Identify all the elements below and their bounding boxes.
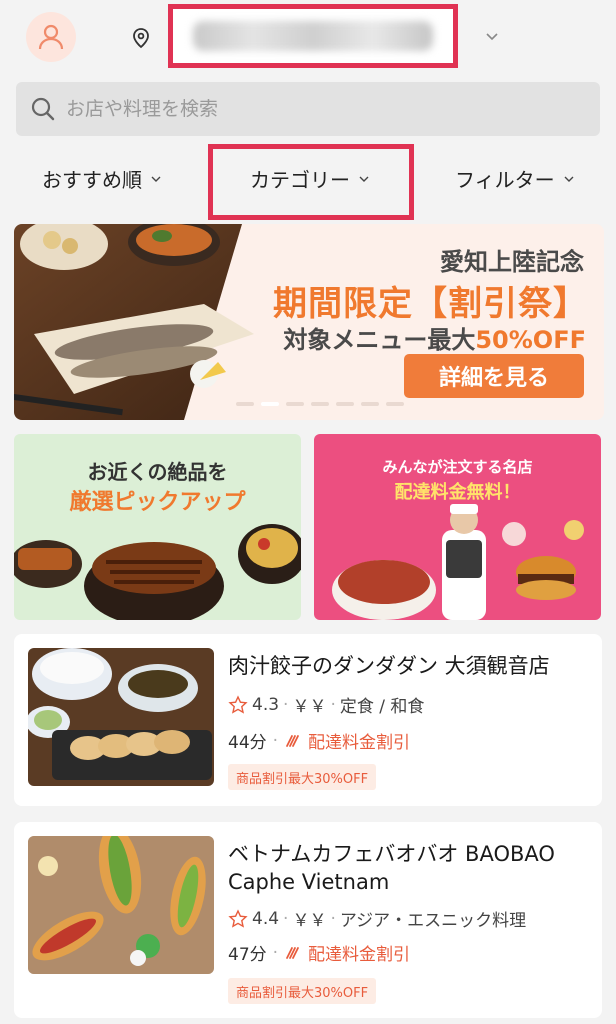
search-bar[interactable] [16, 82, 600, 136]
restaurant-meta: 4.3 · ￥￥ · 定食 / 和食 [228, 692, 424, 717]
search-input[interactable] [66, 98, 546, 120]
restaurant-meta: 4.4 · ￥￥ · アジア・エスニック料理 [228, 906, 526, 931]
discount-badge: 商品割引最大30%OFF [228, 764, 377, 790]
meta-separator: · [283, 908, 289, 929]
chevron-down-icon [151, 176, 161, 182]
sort-label: おすすめ順 [42, 168, 142, 192]
delivery-bike-icon [286, 734, 299, 747]
star-icon [228, 694, 248, 714]
restaurant-categories: 定食 / 和食 [339, 697, 425, 717]
restaurant-card[interactable]: 肉汁餃子のダンダダン 大須観音店 4.3 · ￥￥ · 定食 / 和食 44分 … [14, 634, 602, 806]
person-icon [38, 24, 64, 50]
meta-separator: · [330, 908, 336, 929]
banner-line3: 対象メニュー最大50%OFF [283, 320, 586, 355]
carousel-indicator [236, 402, 404, 406]
price-level: ￥￥ [292, 697, 327, 717]
avatar-button[interactable] [26, 12, 76, 62]
restaurant-name: 肉汁餃子のダンダダン 大須観音店 [228, 654, 550, 678]
chevron-down-icon[interactable] [484, 28, 500, 44]
meta-separator: · [272, 730, 279, 751]
promo-tile-pickup[interactable]: お近くの絶品を 厳選ピックアップ [14, 434, 301, 620]
chevron-down-icon [359, 176, 369, 182]
filter-bar: おすすめ順 カテゴリー フィルター [0, 144, 616, 220]
promo-banner[interactable]: 愛知上陸記念 期間限定【割引祭】 対象メニュー最大50%OFF 詳細を見る [14, 224, 604, 420]
delivery-time: 44分 [228, 733, 267, 753]
promo-tile-free-delivery[interactable]: みんなが注文する名店 配達料金無料！ [314, 434, 601, 620]
promo-right-line1: みんなが注文する名店 [382, 458, 533, 476]
delivery-bike-icon [286, 946, 299, 959]
delivery-info: 44分 · 配達料金割引 [228, 728, 411, 754]
filter-dropdown[interactable]: フィルター [455, 164, 575, 193]
restaurant-categories: アジア・エスニック料理 [339, 911, 527, 931]
carousel-dot [336, 402, 354, 406]
filter-label: フィルター [455, 168, 555, 192]
promo-left-line2: 厳選ピックアップ [69, 490, 246, 515]
banner-details-button[interactable]: 詳細を見る [404, 354, 584, 398]
banner-line1: 愛知上陸記念 [440, 248, 584, 276]
banner-line3-highlight: 50%OFF [475, 326, 586, 354]
delivery-info: 47分 · 配達料金割引 [228, 940, 411, 966]
chevron-down-icon [564, 176, 574, 182]
carousel-dot-active [261, 402, 279, 406]
carousel-dot [236, 402, 254, 406]
meta-separator: · [283, 694, 289, 715]
gyoza-thumbnail [28, 648, 214, 786]
banner-line3-prefix: 対象メニュー最大 [283, 326, 476, 354]
star-icon [228, 908, 248, 928]
search-icon [31, 97, 55, 121]
restaurant-card[interactable]: ベトナムカフェバオバオ BAOBAO Caphe Vietnam 4.4 · ￥… [14, 822, 602, 1018]
category-label: カテゴリー [250, 168, 350, 192]
sort-dropdown[interactable]: おすすめ順 [42, 164, 162, 193]
discount-badge: 商品割引最大30%OFF [228, 978, 377, 1004]
meta-separator: · [330, 694, 336, 715]
restaurant-name: ベトナムカフェバオバオ BAOBAO Caphe Vietnam [228, 842, 555, 894]
rating-value: 4.4 [252, 908, 280, 929]
promo-left-line1: お近くの絶品を [87, 460, 228, 484]
delivery-time: 47分 [228, 945, 267, 965]
unagi-bowls-image [14, 524, 301, 620]
price-level: ￥￥ [292, 911, 327, 931]
banner-line2: 期間限定【割引祭】 [273, 284, 588, 324]
rating-value: 4.3 [252, 694, 280, 715]
address-text-redacted [193, 21, 433, 51]
fish-meal-photo [14, 224, 274, 420]
meta-separator: · [272, 942, 279, 963]
carousel-dot [311, 402, 329, 406]
carousel-dot [361, 402, 379, 406]
app-header [0, 0, 616, 76]
delivery-address-selector[interactable] [168, 4, 458, 68]
carousel-dot [286, 402, 304, 406]
banh-mi-thumbnail [28, 836, 214, 974]
delivery-fee-label: 配達料金割引 [308, 945, 411, 965]
carousel-dot [386, 402, 404, 406]
location-pin-icon [133, 28, 149, 49]
famous-dishes-image [332, 504, 584, 620]
category-dropdown[interactable]: カテゴリー [250, 164, 370, 193]
delivery-fee-label: 配達料金割引 [308, 733, 411, 753]
